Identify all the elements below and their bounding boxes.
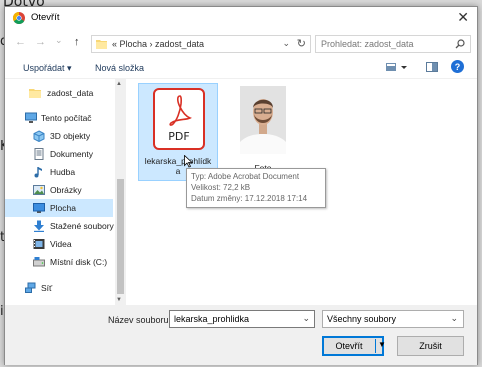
photo-thumbnail xyxy=(240,86,286,154)
sidebar-item-label: Plocha xyxy=(50,203,76,213)
organize-button[interactable]: Uspořádat ▾ xyxy=(23,63,72,74)
view-options-icon[interactable] xyxy=(386,61,408,73)
sidebar-item-this-pc[interactable]: Tento počítač xyxy=(5,109,113,127)
sidebar-item-downloads[interactable]: Stažené soubory xyxy=(5,217,114,235)
search-placeholder: Prohledat: zadost_data xyxy=(321,39,414,49)
sidebar-scrollbar[interactable]: ▲ ▼ xyxy=(115,79,126,305)
button-divider xyxy=(375,339,376,353)
preview-pane-icon[interactable] xyxy=(426,61,438,73)
breadcrumb[interactable]: « Plocha › zadost_data xyxy=(112,39,204,49)
new-folder-button[interactable]: Nová složka xyxy=(95,63,144,73)
mouse-cursor-icon xyxy=(184,155,193,168)
disk-icon xyxy=(33,257,45,267)
open-file-dialog: Otevřít ✕ ← → ⌄ ↑ « Plocha › zadost_data… xyxy=(4,6,478,365)
search-input[interactable]: Prohledat: zadost_data xyxy=(315,35,471,53)
recent-locations-icon[interactable]: ⌄ xyxy=(55,34,63,46)
address-bar[interactable]: « Plocha › zadost_data ⌄ ↻ xyxy=(91,35,311,53)
sidebar-item-3d-objects[interactable]: 3D objekty xyxy=(5,127,113,145)
chrome-icon xyxy=(13,12,25,24)
folder-icon xyxy=(29,89,41,98)
filetype-value: Všechny soubory xyxy=(327,314,397,324)
tooltip-date: Datum změny: 17.12.2018 17:14 xyxy=(191,194,308,203)
cube-icon xyxy=(33,130,45,142)
sidebar-item-label: Tento počítač xyxy=(41,113,92,123)
navigation-pane: zadost_data Tento počítač 3D objekty Dok… xyxy=(5,79,125,304)
pdf-icon: PDF xyxy=(153,88,205,150)
sidebar-item-documents[interactable]: Dokumenty xyxy=(5,145,113,163)
sidebar-item-local-disk[interactable]: Místní disk (C:) xyxy=(5,253,113,271)
filename-value: lekarska_prohlidka xyxy=(174,314,250,324)
sidebar-item-network[interactable]: Síť xyxy=(5,279,113,297)
scroll-up-icon[interactable]: ▲ xyxy=(116,81,122,87)
music-icon xyxy=(34,167,42,178)
sidebar-item-zadost-data[interactable]: zadost_data xyxy=(5,84,113,102)
sidebar-item-pictures[interactable]: Obrázky xyxy=(5,181,113,199)
chevron-down-icon[interactable]: ⌄ xyxy=(450,313,458,324)
dialog-title: Otevřít xyxy=(31,12,60,23)
scroll-down-icon[interactable]: ▼ xyxy=(116,297,122,303)
sidebar-item-label: Videa xyxy=(50,239,72,249)
forward-arrow-icon[interactable]: → xyxy=(35,36,46,48)
sidebar-item-label: Hudba xyxy=(50,167,76,177)
file-list: PDF lekarska_prohlídk a Foto xyxy=(127,79,477,305)
file-item-pdf[interactable]: PDF lekarska_prohlídk a xyxy=(138,83,218,181)
cancel-button[interactable]: Zrušit xyxy=(397,336,464,356)
bottom-panel: Název souboru: lekarska_prohlidka ⌄ Všec… xyxy=(5,305,477,365)
scrollbar-thumb[interactable] xyxy=(117,179,124,294)
chevron-down-icon[interactable]: ⌄ xyxy=(282,38,290,49)
back-arrow-icon[interactable]: ← xyxy=(15,36,26,48)
sidebar-item-desktop[interactable]: Plocha xyxy=(5,199,113,217)
help-icon[interactable]: ? xyxy=(451,60,464,73)
cancel-button-label: Zrušit xyxy=(419,341,442,351)
sidebar-item-label: Obrázky xyxy=(50,185,82,195)
file-item-foto[interactable]: Foto xyxy=(236,83,290,173)
sidebar-item-label: Síť xyxy=(41,283,53,293)
sidebar-item-label: Místní disk (C:) xyxy=(50,257,108,267)
computer-icon xyxy=(25,112,37,123)
acrobat-logo-icon xyxy=(169,95,192,126)
documents-icon xyxy=(34,148,44,160)
svg-text:?: ? xyxy=(455,62,461,72)
folder-icon xyxy=(96,40,107,49)
filename-field[interactable]: lekarska_prohlidka ⌄ xyxy=(169,310,315,328)
command-toolbar: Uspořádat ▾ Nová složka ? xyxy=(5,57,477,79)
sidebar-item-label: zadost_data xyxy=(47,88,94,98)
pictures-icon xyxy=(33,185,45,195)
sidebar-item-music[interactable]: Hudba xyxy=(5,163,113,181)
desktop-icon xyxy=(33,203,45,213)
filetype-select[interactable]: Všechny soubory ⌄ xyxy=(322,310,464,328)
sidebar-item-videos[interactable]: Videa xyxy=(5,235,113,253)
close-button[interactable]: ✕ xyxy=(457,9,469,25)
open-button-label: Otevřít xyxy=(335,341,363,351)
download-icon xyxy=(34,220,44,232)
file-name-line: lekarska_prohlídk xyxy=(144,156,212,166)
chevron-down-icon[interactable]: ⌄ xyxy=(302,313,310,324)
sidebar-item-label: Stažené soubory xyxy=(50,221,114,231)
title-bar: Otevřít ✕ xyxy=(5,7,477,29)
tooltip-size: Velikost: 72,2 kB xyxy=(191,183,251,192)
filename-label: Název souboru: xyxy=(108,315,172,325)
search-icon xyxy=(455,39,465,49)
video-icon xyxy=(33,239,45,249)
sidebar-item-label: Dokumenty xyxy=(50,149,93,159)
file-info-tooltip: Typ: Adobe Acrobat Document Velikost: 72… xyxy=(186,168,326,208)
network-icon xyxy=(25,282,36,293)
open-options-icon[interactable]: ▼ xyxy=(378,340,386,349)
pdf-icon-text: PDF xyxy=(168,130,190,143)
tooltip-type: Typ: Adobe Acrobat Document xyxy=(191,172,300,181)
navigation-bar: ← → ⌄ ↑ « Plocha › zadost_data ⌄ ↻ Prohl… xyxy=(5,31,477,55)
refresh-icon[interactable]: ↻ xyxy=(297,37,306,50)
up-arrow-icon[interactable]: ↑ xyxy=(74,36,80,48)
sidebar-item-label: 3D objekty xyxy=(50,131,91,141)
open-button[interactable]: Otevřít ▼ xyxy=(322,336,386,356)
